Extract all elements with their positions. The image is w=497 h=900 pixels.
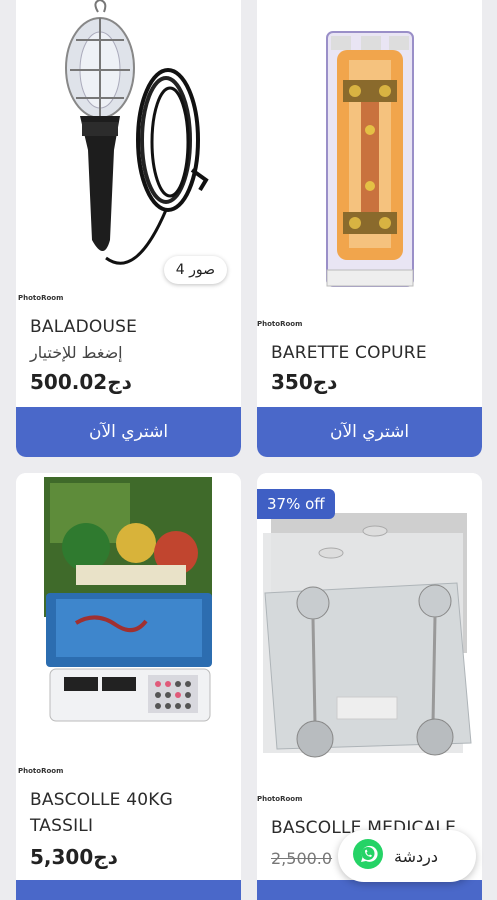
product-image-bathroom-scale[interactable] <box>257 473 482 783</box>
watermark: PhotoRoom <box>257 320 303 328</box>
buy-now-button[interactable] <box>257 880 482 900</box>
product-old-price: 2,500.0 <box>271 849 333 868</box>
product-title[interactable]: BALADOUSE <box>30 316 137 338</box>
whatsapp-icon <box>352 838 384 874</box>
product-variant-hint[interactable]: إضغط للإختيار <box>30 342 123 364</box>
barette-image <box>257 0 482 320</box>
discount-badge: 37% off <box>257 489 335 519</box>
bathroom-scale-image <box>257 473 482 783</box>
product-price: 350دج <box>271 370 338 394</box>
product-card[interactable]: 4 صور PhotoRoom BALADOUSE إضغط للإختيار … <box>16 0 241 457</box>
product-image-scale[interactable] <box>16 473 241 763</box>
product-card[interactable]: PhotoRoom BARETTE COPURE 350دج اشتري الآ… <box>257 0 482 457</box>
product-image-barette[interactable] <box>257 0 482 320</box>
buy-now-button[interactable] <box>16 880 241 900</box>
buy-now-button[interactable]: اشتري الآن <box>257 407 482 457</box>
buy-now-button[interactable]: اشتري الآن <box>16 407 241 457</box>
product-price: 5,300دج <box>30 845 118 869</box>
product-title[interactable]: BARETTE COPURE <box>271 342 427 364</box>
watermark: PhotoRoom <box>257 795 303 803</box>
watermark: PhotoRoom <box>18 294 64 302</box>
product-card[interactable]: PhotoRoom BASCOLLE 40KG TASSILI 5,300دج <box>16 473 241 900</box>
scale-image <box>16 473 241 763</box>
product-price: 500.02دج <box>30 370 132 394</box>
whatsapp-chat-button[interactable]: دردشة <box>338 830 476 882</box>
product-title-line2[interactable]: TASSILI <box>30 815 93 837</box>
watermark: PhotoRoom <box>18 767 64 775</box>
photo-count-label: 4 صور <box>175 262 215 278</box>
product-title-line1[interactable]: BASCOLLE 40KG <box>30 789 173 811</box>
chat-label: دردشة <box>394 846 438 866</box>
photo-count-badge: 4 صور <box>163 256 227 284</box>
